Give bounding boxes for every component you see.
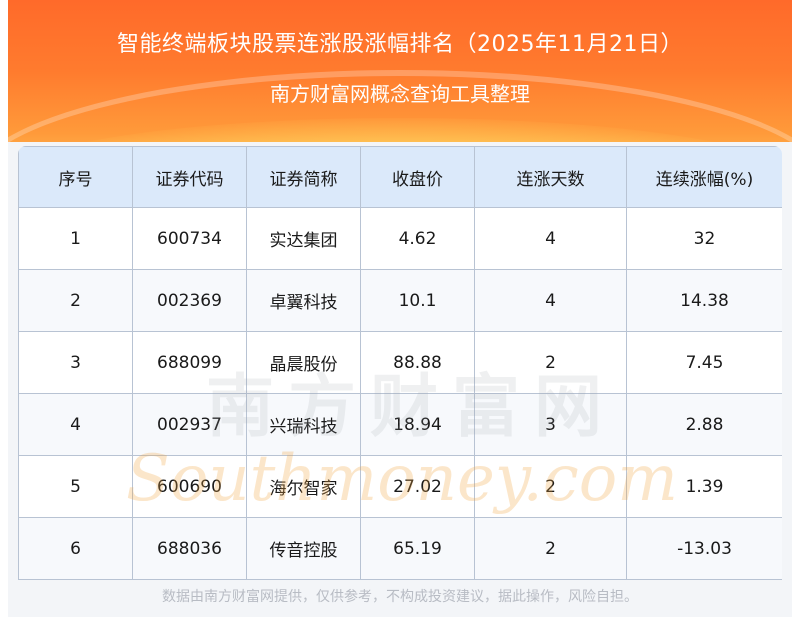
cell-code: 688036	[132, 517, 247, 580]
table-row: 2 002369 卓翼科技 10.1 4 14.38	[18, 269, 782, 332]
cell-consecutive-days: 2	[474, 331, 627, 394]
table-row: 1 600734 实达集团 4.62 4 32	[18, 207, 782, 270]
ranking-table: 序号 证券代码 证券简称 收盘价 连涨天数 连续涨幅(%) 1 600734 实…	[18, 146, 782, 580]
table-header-row: 序号 证券代码 证券简称 收盘价 连涨天数 连续涨幅(%)	[18, 146, 782, 208]
cell-index: 3	[18, 331, 133, 394]
column-header-index: 序号	[18, 146, 133, 208]
cell-name: 海尔智家	[246, 455, 361, 518]
cell-code: 002937	[132, 393, 247, 456]
cell-close-price: 4.62	[360, 207, 475, 270]
cell-consecutive-days: 2	[474, 455, 627, 518]
cell-index: 1	[18, 207, 133, 270]
cell-name: 兴瑞科技	[246, 393, 361, 456]
cell-consecutive-days: 2	[474, 517, 627, 580]
footer-disclaimer: 数据由南方财富网提供，仅供参考，不构成投资建议，据此操作，风险自担。	[162, 589, 638, 605]
cell-consecutive-gain: 7.45	[626, 331, 782, 394]
column-header-close-price: 收盘价	[360, 146, 475, 208]
cell-consecutive-gain: 2.88	[626, 393, 782, 456]
cell-consecutive-days: 4	[474, 207, 627, 270]
cell-code: 600690	[132, 455, 247, 518]
page-title: 智能终端板块股票连涨股涨幅排名（2025年11月21日）	[117, 32, 683, 57]
cell-consecutive-gain: 1.39	[626, 455, 782, 518]
cell-consecutive-gain: 14.38	[626, 269, 782, 332]
cell-close-price: 18.94	[360, 393, 475, 456]
page-subtitle: 南方财富网概念查询工具整理	[270, 82, 530, 106]
column-header-name: 证券简称	[246, 146, 361, 208]
table-row: 3 688099 晶晨股份 88.88 2 7.45	[18, 331, 782, 394]
cell-name: 传音控股	[246, 517, 361, 580]
cell-consecutive-gain: 32	[626, 207, 782, 270]
cell-consecutive-days: 3	[474, 393, 627, 456]
cell-code: 600734	[132, 207, 247, 270]
table-row: 6 688036 传音控股 65.19 2 -13.03	[18, 517, 782, 580]
column-header-code: 证券代码	[132, 146, 247, 208]
cell-close-price: 27.02	[360, 455, 475, 518]
column-header-consecutive-gain: 连续涨幅(%)	[626, 146, 782, 208]
column-header-consecutive-days: 连涨天数	[474, 146, 627, 208]
cell-close-price: 65.19	[360, 517, 475, 580]
table-row: 4 002937 兴瑞科技 18.94 3 2.88	[18, 393, 782, 456]
cell-close-price: 88.88	[360, 331, 475, 394]
cell-close-price: 10.1	[360, 269, 475, 332]
cell-name: 晶晨股份	[246, 331, 361, 394]
cell-name: 实达集团	[246, 207, 361, 270]
cell-index: 4	[18, 393, 133, 456]
ranking-table-container: 序号 证券代码 证券简称 收盘价 连涨天数 连续涨幅(%) 1 600734 实…	[18, 146, 782, 580]
cell-name: 卓翼科技	[246, 269, 361, 332]
cell-code: 002369	[132, 269, 247, 332]
cell-index: 5	[18, 455, 133, 518]
table-row: 5 600690 海尔智家 27.02 2 1.39	[18, 455, 782, 518]
page-frame: 智能终端板块股票连涨股涨幅排名（2025年11月21日） 南方财富网概念查询工具…	[0, 0, 800, 627]
cell-consecutive-gain: -13.03	[626, 517, 782, 580]
cell-code: 688099	[132, 331, 247, 394]
cell-consecutive-days: 4	[474, 269, 627, 332]
cell-index: 2	[18, 269, 133, 332]
cell-index: 6	[18, 517, 133, 580]
